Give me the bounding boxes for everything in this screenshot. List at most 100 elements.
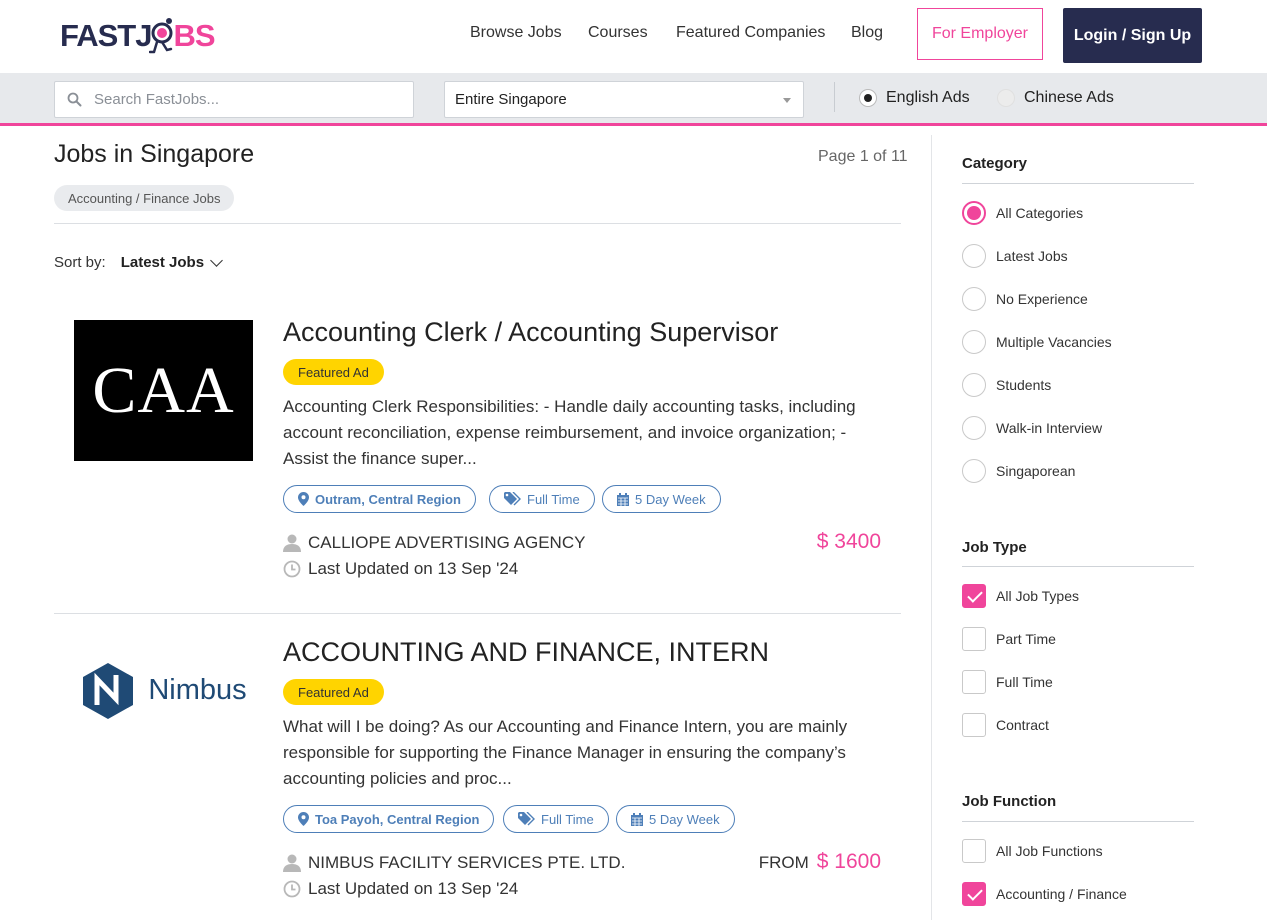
job-description: Accounting Clerk Responsibilities: - Han… (283, 397, 856, 468)
category-option-walk-in[interactable]: Walk-in Interview (962, 416, 1102, 440)
site-header: FAST J BS Browse Jobs Courses Featured Co… (0, 0, 1267, 73)
nav-blog[interactable]: Blog (851, 24, 883, 42)
sort-label: Sort by: (54, 254, 106, 271)
option-label: Students (996, 377, 1052, 393)
filter-chip[interactable]: Accounting / Finance Jobs (54, 185, 235, 211)
job-type-option-full-time[interactable]: Full Time (962, 670, 1053, 694)
logo-fast-text: FAST (60, 18, 136, 53)
option-label: Contract (996, 717, 1049, 733)
category-option-latest[interactable]: Latest Jobs (962, 244, 1068, 268)
updated-text: Last Updated on 13 Sep '24 (308, 559, 519, 578)
radio-icon (997, 89, 1015, 107)
option-label: Accounting / Finance (996, 886, 1127, 902)
job-title[interactable]: ACCOUNTING AND FINANCE, INTERN (283, 637, 769, 668)
divider (834, 82, 835, 112)
category-option-all[interactable]: All Categories (962, 201, 1083, 225)
radio-icon (962, 459, 986, 483)
user-icon (283, 854, 301, 872)
chinese-ads-radio[interactable]: Chinese Ads (997, 89, 1114, 107)
divider (962, 183, 1194, 184)
schedule-tag[interactable]: 5 Day Week (602, 485, 721, 513)
schedule-text: 5 Day Week (635, 491, 706, 507)
updated-text: Last Updated on 13 Sep '24 (308, 879, 519, 898)
sidebar-divider (931, 135, 932, 920)
page-title: Jobs in Singapore (54, 140, 255, 168)
category-heading: Category (962, 155, 1028, 172)
company-logo[interactable]: Nimbus (74, 620, 253, 761)
job-card[interactable]: CAA Accounting Clerk / Accounting Superv… (54, 300, 901, 613)
company-name[interactable]: NIMBUS FACILITY SERVICES PTE. LTD. (283, 853, 625, 873)
job-type-tag[interactable]: Full Time (489, 485, 595, 513)
user-icon (283, 534, 301, 552)
category-option-students[interactable]: Students (962, 373, 1051, 397)
chinese-ads-label: Chinese Ads (1024, 89, 1114, 106)
job-type-heading: Job Type (962, 539, 1027, 556)
option-label: Multiple Vacancies (996, 334, 1112, 350)
job-type-option-part-time[interactable]: Part Time (962, 627, 1056, 651)
location-text: Toa Payoh, Central Region (315, 811, 480, 827)
checkbox-icon (962, 839, 986, 863)
company-text: NIMBUS FACILITY SERVICES PTE. LTD. (308, 853, 626, 872)
checkbox-icon (962, 713, 986, 737)
option-label: Part Time (996, 631, 1056, 647)
search-icon (67, 92, 82, 107)
clock-icon (283, 560, 301, 578)
category-option-singaporean[interactable]: Singaporean (962, 459, 1075, 483)
salary-prefix: FROM (758, 853, 809, 872)
job-card[interactable]: Nimbus ACCOUNTING AND FINANCE, INTERN Fe… (54, 620, 901, 920)
sort-control[interactable]: Sort by: Latest Jobs (54, 253, 223, 271)
logo-jobs-text: BS (173, 18, 215, 53)
runner-icon (149, 18, 173, 54)
job-title[interactable]: Accounting Clerk / Accounting Supervisor (283, 317, 778, 348)
company-name[interactable]: CALLIOPE ADVERTISING AGENCY (283, 533, 585, 553)
job-function-option-all[interactable]: All Job Functions (962, 839, 1103, 863)
english-ads-radio[interactable]: English Ads (859, 89, 970, 107)
divider (54, 223, 901, 224)
schedule-tag[interactable]: 5 Day Week (616, 805, 735, 833)
job-type-tag[interactable]: Full Time (503, 805, 609, 833)
radio-icon (962, 373, 986, 397)
job-type-option-all[interactable]: All Job Types (962, 584, 1079, 608)
location-value: Entire Singapore (455, 91, 567, 108)
login-signup-button[interactable]: Login / Sign Up (1063, 8, 1202, 63)
location-text: Outram, Central Region (315, 491, 461, 507)
category-option-no-experience[interactable]: No Experience (962, 287, 1088, 311)
radio-icon (962, 201, 986, 225)
job-function-heading: Job Function (962, 793, 1057, 810)
last-updated: Last Updated on 13 Sep '24 (283, 879, 518, 899)
page-count: Page 1 of 11 (818, 148, 908, 165)
chevron-down-icon (210, 253, 223, 267)
radio-icon (962, 330, 986, 354)
job-type-text: Full Time (541, 811, 594, 827)
logo-text: Nimbus (148, 674, 247, 706)
job-type-text: Full Time (527, 491, 580, 507)
company-text: CALLIOPE ADVERTISING AGENCY (308, 533, 586, 552)
checkbox-icon (962, 584, 986, 608)
search-input[interactable]: Search FastJobs... (54, 81, 414, 118)
caret-down-icon (783, 98, 791, 103)
company-logo[interactable]: CAA (74, 320, 253, 461)
tag-icon (518, 812, 535, 826)
nav-courses[interactable]: Courses (588, 24, 648, 42)
radio-icon (962, 416, 986, 440)
option-label: Walk-in Interview (996, 420, 1103, 436)
fastjobs-logo[interactable]: FAST J BS (60, 14, 216, 58)
for-employer-button[interactable]: For Employer (917, 8, 1043, 60)
divider (962, 821, 1194, 822)
location-select[interactable]: Entire Singapore (444, 81, 804, 118)
option-label: All Categories (996, 205, 1084, 221)
salary-value: $ 1600 (816, 850, 881, 873)
nav-featured-companies[interactable]: Featured Companies (676, 24, 825, 42)
job-function-option-accounting[interactable]: Accounting / Finance (962, 882, 1127, 906)
category-option-multiple-vacancies[interactable]: Multiple Vacancies (962, 330, 1112, 354)
nav-browse-jobs[interactable]: Browse Jobs (470, 24, 562, 42)
salary-value: $ 3400 (816, 530, 881, 553)
search-bar: Search FastJobs... Entire Singapore Engl… (0, 73, 1267, 126)
tag-icon (504, 492, 521, 506)
location-tag[interactable]: Toa Payoh, Central Region (283, 805, 495, 833)
job-type-option-contract[interactable]: Contract (962, 713, 1049, 737)
divider (54, 613, 901, 614)
location-tag[interactable]: Outram, Central Region (283, 485, 476, 513)
checkbox-icon (962, 627, 986, 651)
nimbus-hexagon-icon (83, 662, 134, 719)
